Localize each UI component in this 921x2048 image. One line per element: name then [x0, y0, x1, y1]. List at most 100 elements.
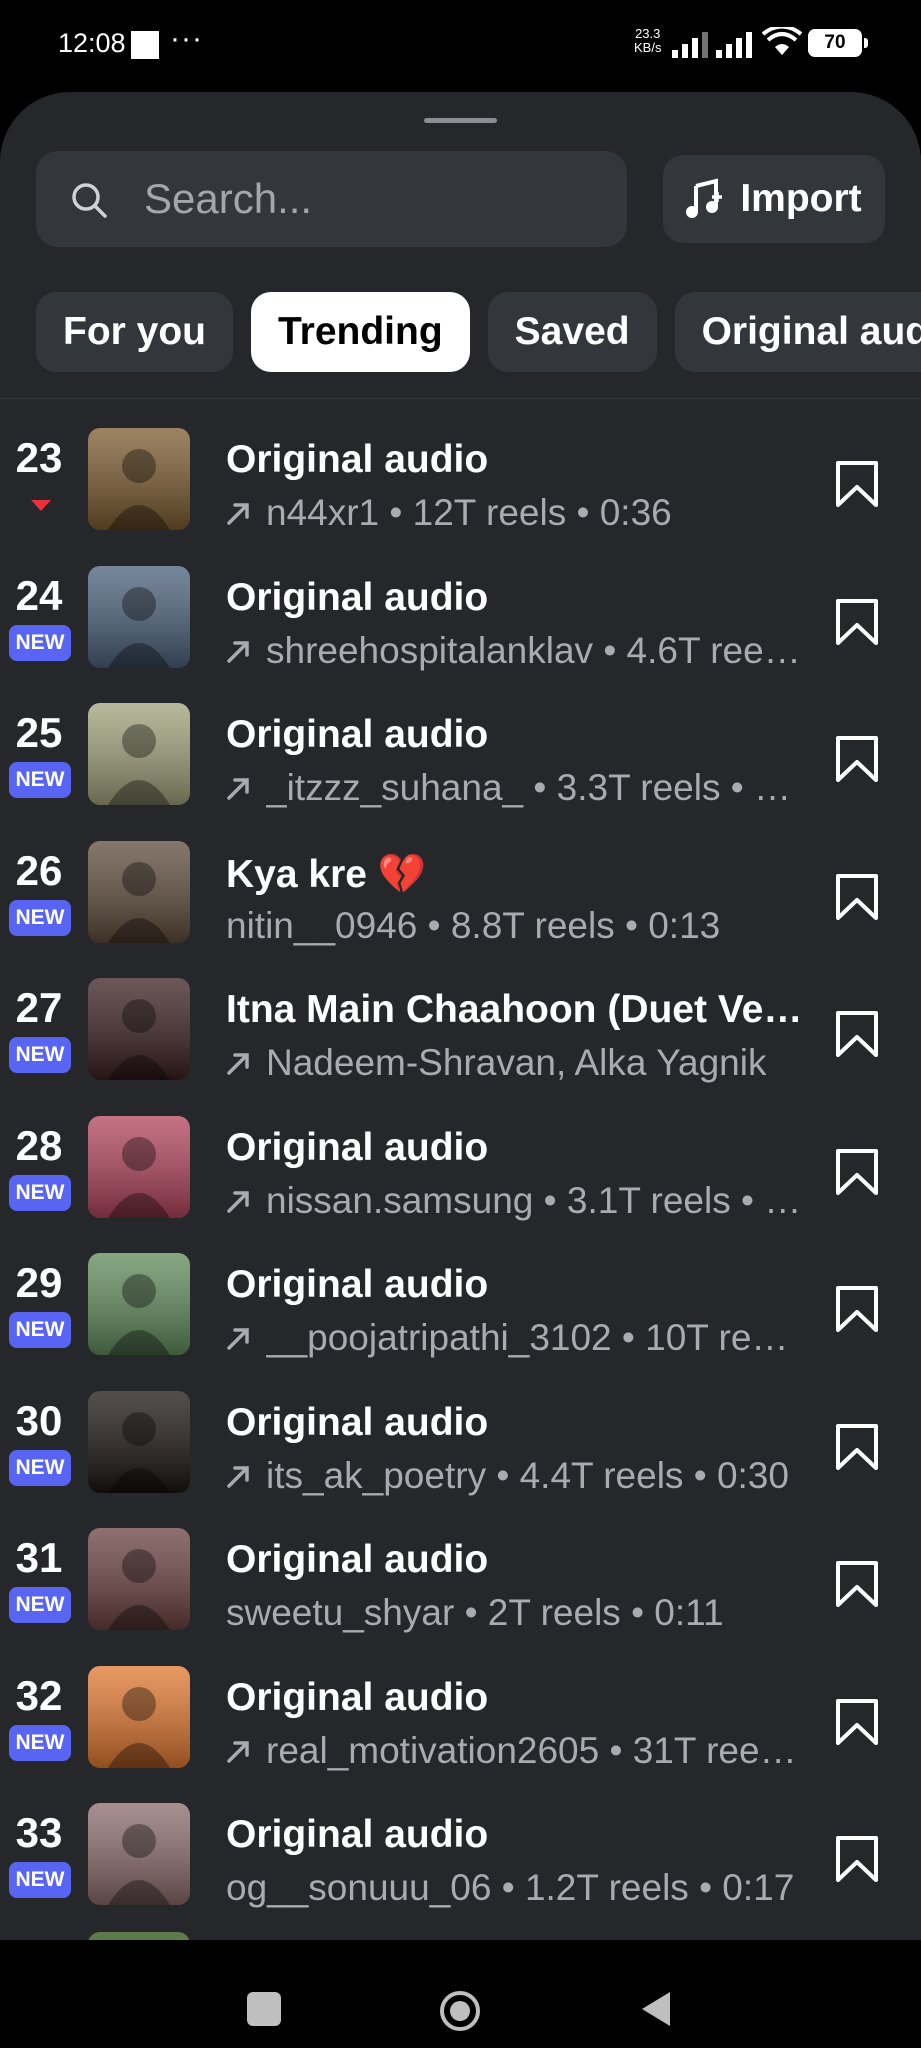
audio-thumbnail [88, 565, 190, 668]
audio-meta: __poojatripathi_3102 • 10T reels • 0:18 [266, 1317, 804, 1358]
network-speed-value: 23.3 [635, 26, 661, 41]
rank-number: 24 [15, 571, 63, 619]
audio-meta: _itzzz_suhana_ • 3.3T reels • 0:20 [266, 767, 804, 808]
audio-row[interactable]: 32 NEW Original audio real_motivation2605 •… [0, 1648, 921, 1786]
bookmark-icon[interactable] [834, 1010, 880, 1058]
audio-subtitle: Nadeem-Shravan, Alka Yagnik [226, 1042, 804, 1084]
new-badge: NEW [9, 624, 71, 661]
import-button[interactable]: Import [663, 155, 885, 243]
audio-subtitle: _itzzz_suhana_ • 3.3T reels • 0:20 [226, 767, 804, 809]
tab-for-you[interactable]: For you [36, 292, 233, 372]
tab-saved[interactable]: Saved [487, 292, 657, 372]
new-badge: NEW [9, 1862, 71, 1898]
audio-thumbnail [88, 428, 190, 530]
audio-row[interactable]: 30 NEW Original audio its_ak_poetry • 4.4T … [0, 1373, 921, 1511]
status-time: 12:08 [58, 28, 126, 58]
tab-original-audio[interactable]: Original audio [674, 292, 921, 372]
audio-subtitle: shreehospitalanklav • 4.6T reels • 0:15 [226, 630, 804, 672]
new-badge: NEW [9, 899, 71, 936]
audio-title: Original audio [226, 438, 489, 481]
audio-title: Original audio [226, 1400, 489, 1444]
divider [0, 398, 921, 399]
audio-row[interactable]: 23 Original audio n44xr1 • 12T reels • 0:3… [0, 410, 921, 548]
search-input[interactable] [144, 151, 604, 247]
new-badge: NEW [9, 1449, 71, 1486]
audio-list: 23 Original audio n44xr1 • 12T reels • 0:3… [0, 410, 921, 1923]
audio-title: Original audio [226, 1538, 489, 1581]
category-tabs: For you Trending Saved Original audio [36, 292, 921, 372]
audio-thumbnail [88, 703, 190, 805]
bookmark-icon[interactable] [834, 460, 880, 508]
audio-subtitle: sweetu_shyar • 2T reels • 0:11 [226, 1592, 804, 1634]
audio-row[interactable]: 26 NEW Kya kre 💔 nitin__0946 • 8.8T reels •… [0, 823, 921, 961]
bookmark-icon[interactable] [834, 1148, 880, 1196]
home-button[interactable] [438, 1989, 482, 2033]
network-speed-unit: KB/s [634, 40, 662, 55]
rank-number: 31 [15, 1534, 63, 1581]
audio-meta: Nadeem-Shravan, Alka Yagnik [266, 1042, 767, 1083]
audio-thumbnail [88, 1528, 190, 1630]
audio-thumbnail [88, 1390, 190, 1493]
audio-row[interactable]: 28 NEW Original audio nissan.samsung • 3.1T… [0, 1098, 921, 1236]
audio-meta: nissan.samsung • 3.1T reels • 0:14 [266, 1179, 804, 1221]
rank-number: 23 [15, 434, 63, 481]
audio-row[interactable]: 25 NEW Original audio _itzzz_suhana_ • 3.3T… [0, 685, 921, 823]
audio-thumbnail [88, 978, 190, 1080]
audio-title: Original audio [226, 1675, 489, 1719]
notification-icon [131, 31, 159, 59]
music-note-icon [686, 178, 723, 218]
trending-arrow-icon [227, 1328, 249, 1350]
audio-meta: its_ak_poetry • 4.4T reels • 0:30 [266, 1454, 789, 1496]
audio-picker-sheet: Import For you Trending Saved Original a… [0, 92, 921, 1940]
audio-subtitle: og__sonuuu_06 • 1.2T reels • 0:17 [226, 1867, 804, 1909]
rank-number: 29 [15, 1259, 63, 1306]
trending-arrow-icon [227, 640, 249, 663]
audio-subtitle: __poojatripathi_3102 • 10T reels • 0:18 [226, 1317, 804, 1359]
audio-thumbnail [88, 1253, 190, 1355]
rank-number: 28 [15, 1121, 63, 1169]
bookmark-icon[interactable] [834, 1285, 880, 1333]
tab-trending[interactable]: Trending [251, 292, 470, 372]
bookmark-icon[interactable] [834, 735, 880, 783]
audio-row[interactable]: 31 NEW Original audio sweetu_shyar • 2T ree… [0, 1510, 921, 1648]
audio-thumbnail [88, 1115, 190, 1218]
audio-meta: n44xr1 • 12T reels • 0:36 [266, 492, 672, 533]
audio-row[interactable]: 29 NEW Original audio __poojatripathi_3102 … [0, 1235, 921, 1373]
bookmark-icon[interactable] [834, 1423, 880, 1471]
audio-thumbnail [88, 840, 190, 943]
new-badge: NEW [9, 762, 71, 798]
battery-icon: 70 [808, 29, 868, 57]
audio-thumbnail [88, 1665, 190, 1768]
bookmark-icon[interactable] [834, 1835, 880, 1883]
back-button[interactable] [638, 1989, 674, 2029]
audio-meta: og__sonuuu_06 • 1.2T reels • 0:17 [226, 1867, 795, 1908]
audio-title: Original audio [226, 1125, 489, 1169]
trending-arrow-icon [227, 1465, 249, 1488]
audio-title: Original audio [226, 1813, 489, 1856]
status-bar: 12:08 ··· 23.3 KB/s 70 [0, 0, 921, 92]
trending-arrow-icon [227, 503, 249, 525]
signal-icon-2 [716, 30, 752, 58]
audio-title: Original audio [226, 1263, 489, 1306]
bookmark-icon[interactable] [834, 598, 880, 646]
trending-arrow-icon [227, 1740, 249, 1763]
new-badge: NEW [9, 1037, 71, 1073]
audio-title: Original audio [226, 575, 489, 619]
search-icon [72, 183, 107, 218]
drag-handle[interactable] [424, 118, 497, 123]
rank-number: 27 [15, 984, 63, 1031]
audio-row[interactable]: 27 NEW Itna Main Chaahoon (Duet Version) Na… [0, 960, 921, 1098]
bookmark-icon[interactable] [834, 873, 880, 921]
audio-meta: nitin__0946 • 8.8T reels • 0:13 [226, 904, 721, 946]
recent-apps-button[interactable] [247, 1992, 281, 2026]
signal-icon [672, 30, 708, 58]
trending-arrow-icon [227, 778, 249, 800]
import-label: Import [740, 177, 862, 220]
wifi-icon [762, 27, 802, 55]
audio-row[interactable]: 33 NEW Original audio og__sonuuu_06 • 1.2T … [0, 1785, 921, 1923]
bookmark-icon[interactable] [834, 1698, 880, 1746]
audio-title: Original audio [226, 713, 489, 756]
bookmark-icon[interactable] [834, 1560, 880, 1608]
audio-row[interactable]: 24 NEW Original audio shreehospitalanklav •… [0, 548, 921, 686]
search-box[interactable] [36, 151, 627, 247]
